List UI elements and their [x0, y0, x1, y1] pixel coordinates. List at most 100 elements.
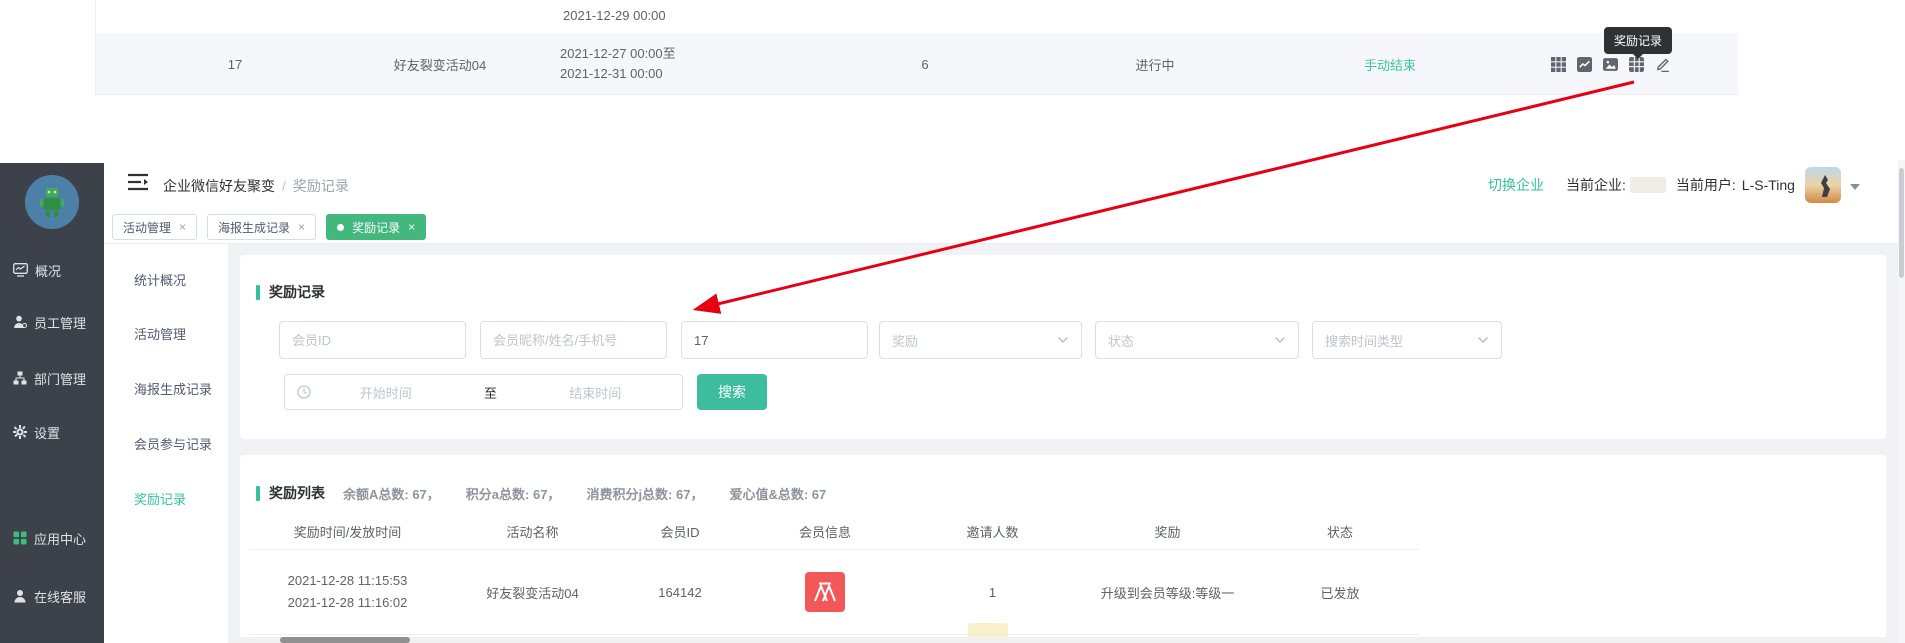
switch-company-link[interactable]: 切换企业 [1488, 175, 1544, 195]
header-right: 切换企业 当前企业: 当前用户: L-S-Ting [1488, 170, 1860, 200]
reward-table: 奖励时间/发放时间 活动名称 会员ID 会员信息 邀请人数 奖励 状态 2021… [250, 513, 1420, 635]
menu-item-stats-overview[interactable]: 统计概况 [134, 270, 186, 290]
title-text: 奖励记录 [269, 282, 325, 302]
sidebar-item-label: 员工管理 [34, 313, 86, 332]
start-time-placeholder[interactable]: 开始时间 [311, 383, 461, 402]
sidebar-item-overview[interactable]: 概况 [13, 259, 61, 281]
stat-consume-points: 消费积分j总数: 67， [586, 484, 703, 503]
member-id-input[interactable] [279, 321, 466, 359]
close-icon[interactable]: × [179, 220, 186, 234]
col-header: 状态 [1260, 513, 1420, 549]
title-accent-bar [256, 486, 260, 501]
activity-count-cell: 6 [895, 33, 955, 95]
user-menu-caret-icon[interactable] [1850, 184, 1860, 190]
tab-poster-records[interactable]: 海报生成记录 × [207, 214, 316, 240]
menu-item-poster-records[interactable]: 海报生成记录 [134, 379, 212, 399]
previous-row-date: 2021-12-29 00:00 [563, 8, 666, 23]
chevron-down-icon [1477, 336, 1489, 344]
main-sidebar: 概况 员工管理 部门管理 设置 应用中心 在线客服 [0, 163, 104, 643]
reward-time: 2021-12-28 11:15:53 [288, 570, 408, 592]
breadcrumb-current: 奖励记录 [293, 178, 349, 194]
invite-count-cell: 1 [910, 550, 1075, 634]
sidebar-item-label: 概况 [35, 261, 61, 280]
reward-select[interactable]: 奖励 [879, 321, 1082, 359]
activity-period-cell: 2021-12-27 00:00至 2021-12-31 00:00 [560, 33, 750, 95]
col-header: 会员信息 [740, 513, 910, 549]
close-icon[interactable]: × [298, 220, 305, 234]
menu-item-reward-records[interactable]: 奖励记录 [134, 489, 186, 509]
sidebar-item-staff[interactable]: 员工管理 [13, 311, 86, 333]
image-icon[interactable] [1603, 57, 1618, 72]
date-range-picker[interactable]: 开始时间 至 结束时间 [284, 374, 683, 410]
edit-icon[interactable] [1655, 57, 1671, 72]
sidebar-item-app-center[interactable]: 应用中心 [13, 527, 86, 549]
menu-item-activity-management[interactable]: 活动管理 [134, 324, 186, 344]
module-menu: 统计概况 活动管理 海报生成记录 会员参与记录 奖励记录 [104, 244, 228, 643]
robot-avatar-icon [37, 185, 67, 219]
horizontal-scrollbar[interactable] [228, 637, 1888, 643]
horizontal-scrollbar-thumb[interactable] [280, 637, 410, 643]
sidebar-item-label: 在线客服 [34, 587, 86, 606]
search-panel: 奖励记录 奖励 状态 搜索时间类型 开始时间 至 结束时间 搜索 [240, 255, 1886, 439]
member-avatar[interactable] [805, 572, 845, 612]
close-icon[interactable]: × [408, 220, 415, 234]
vertical-scrollbar[interactable] [1898, 160, 1905, 643]
gear-icon [13, 425, 27, 439]
company-name-redacted [1630, 177, 1666, 193]
next-row-avatar-partial [968, 623, 1008, 637]
reward-select-placeholder: 奖励 [892, 331, 918, 350]
activity-table-row: 17 好友裂变活动04 2021-12-27 00:00至 2021-12-31… [96, 33, 1738, 95]
collapse-menu-icon[interactable] [127, 172, 149, 192]
search-button[interactable]: 搜索 [697, 374, 767, 410]
vertical-scrollbar-thumb[interactable] [1899, 168, 1904, 278]
col-header: 活动名称 [445, 513, 620, 549]
member-id-cell: 164142 [620, 550, 740, 634]
user-avatar[interactable] [1805, 167, 1841, 203]
sidebar-item-settings[interactable]: 设置 [13, 421, 60, 443]
col-header: 会员ID [620, 513, 740, 549]
breadcrumb: 企业微信好友聚变/奖励记录 [163, 176, 349, 196]
breadcrumb-root[interactable]: 企业微信好友聚变 [163, 178, 275, 194]
time-type-select[interactable]: 搜索时间类型 [1312, 321, 1502, 359]
active-tab-dot [337, 224, 344, 231]
tab-reward-records[interactable]: 奖励记录 × [326, 214, 426, 240]
menu-item-member-participation[interactable]: 会员参与记录 [134, 434, 212, 454]
title-accent-bar [256, 285, 260, 300]
sidebar-item-department[interactable]: 部门管理 [13, 367, 86, 389]
period-line1: 2021-12-27 00:00至 [560, 44, 676, 64]
activity-id-input[interactable] [681, 321, 868, 359]
tab-label: 活动管理 [123, 219, 171, 236]
tab-label: 海报生成记录 [218, 219, 290, 236]
department-icon [13, 371, 27, 385]
sidebar-item-online-service[interactable]: 在线客服 [13, 585, 86, 607]
list-panel-header: 奖励列表 余额A总数: 67， 积分a总数: 67， 消费积分j总数: 67， … [256, 483, 826, 503]
manual-end-link[interactable]: 手动结束 [1340, 33, 1440, 95]
grant-time: 2021-12-28 11:16:02 [288, 592, 408, 614]
member-avatar-logo-icon [813, 582, 837, 602]
tab-activity-management[interactable]: 活动管理 × [112, 214, 197, 240]
staff-icon [13, 315, 27, 329]
workspace-avatar[interactable] [25, 175, 79, 229]
end-time-placeholder[interactable]: 结束时间 [520, 383, 670, 402]
sidebar-item-label: 部门管理 [34, 369, 86, 388]
app-center-icon [13, 531, 27, 545]
chevron-down-icon [1274, 336, 1286, 344]
member-info-input[interactable] [480, 321, 667, 359]
overview-icon [13, 263, 28, 277]
grid-icon[interactable] [1551, 57, 1566, 72]
status-select[interactable]: 状态 [1095, 321, 1299, 359]
activity-name-cell: 好友裂变活动04 [445, 550, 620, 634]
search-panel-title: 奖励记录 [256, 282, 325, 302]
trend-chart-icon[interactable] [1577, 57, 1592, 72]
col-header: 奖励 [1075, 513, 1260, 549]
reward-record-tooltip: 奖励记录 [1604, 27, 1672, 54]
member-info-cell [740, 550, 910, 634]
time-type-select-placeholder: 搜索时间类型 [1325, 331, 1403, 350]
range-separator: 至 [461, 383, 521, 402]
chevron-down-icon [1057, 336, 1069, 344]
status-select-placeholder: 状态 [1108, 331, 1134, 350]
sidebar-item-label: 设置 [34, 423, 60, 442]
tab-label: 奖励记录 [352, 219, 400, 236]
col-header: 奖励时间/发放时间 [250, 513, 445, 549]
top-activity-table: 2021-12-29 00:00 17 好友裂变活动04 2021-12-27 … [0, 0, 1905, 112]
